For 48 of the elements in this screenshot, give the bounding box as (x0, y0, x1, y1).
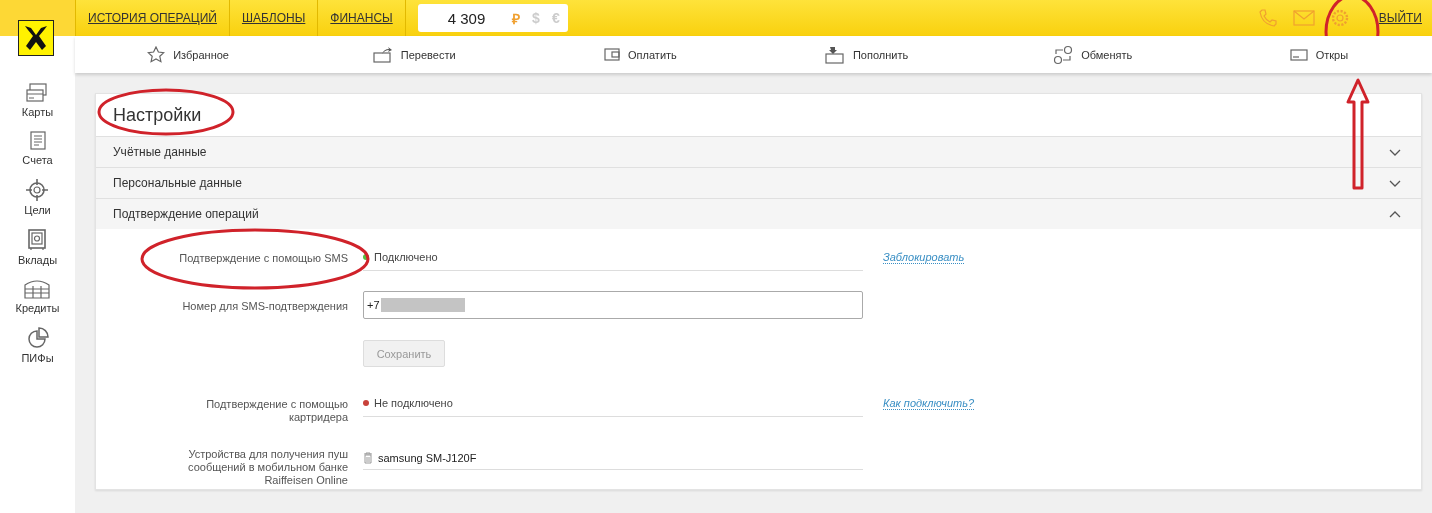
balance-amount: 4 309 (447, 9, 487, 27)
field-label: Подтверждение с помощью SMS (178, 251, 348, 265)
credit-icon (24, 279, 51, 299)
action-link[interactable]: Перевести (301, 36, 528, 73)
transfer-icon (372, 46, 393, 63)
action-link[interactable]: Обменять (979, 36, 1206, 73)
settings-icon[interactable] (1330, 9, 1349, 27)
accordion-header[interactable]: Подтверждение операций (96, 198, 1421, 229)
sidebar-item[interactable]: Карты (21, 83, 54, 118)
status-field: Не подключено (363, 389, 863, 417)
document-icon (27, 131, 48, 151)
sidebar-item[interactable]: Кредиты (15, 279, 60, 314)
trash-icon[interactable] (363, 451, 373, 464)
logout-link[interactable]: ВЫЙТИ (1378, 11, 1422, 25)
action-link[interactable]: Как подключить? (883, 397, 975, 410)
action-link[interactable]: Пополнить (753, 36, 980, 73)
phone-icon[interactable] (1258, 9, 1277, 27)
exchange-icon (1053, 44, 1074, 65)
accordion-header[interactable]: Учётные данные (96, 136, 1421, 167)
star-icon (147, 46, 166, 63)
chevron-up-icon (1389, 210, 1401, 218)
sidebar-item[interactable]: ПИФы (21, 327, 54, 364)
sidebar-item[interactable]: Вклады (17, 229, 58, 266)
field-label: Устройства для получения пуш сообщений в мобильном банке Raiffeisen Online (187, 447, 348, 487)
device-field: samsung SM-J120F (363, 442, 863, 470)
action-link[interactable]: Избранное (75, 36, 302, 73)
safe-icon (27, 229, 48, 251)
action-link[interactable]: Оплатить (527, 36, 754, 73)
field-label: Номер для SMS-подтверждения (181, 299, 348, 313)
bank-logo[interactable] (18, 20, 54, 56)
accordion-header[interactable]: Персональные данные (96, 167, 1421, 198)
target-icon (26, 179, 49, 201)
field-label: Подтверждение с помощью картридера (205, 397, 348, 424)
cards-icon (26, 83, 49, 103)
card-icon (1289, 48, 1308, 61)
wallet-icon (604, 48, 621, 61)
action-link[interactable]: Заблокировать (883, 251, 965, 264)
chevron-down-icon (1389, 148, 1401, 156)
sidebar-item[interactable]: Счета (22, 131, 53, 166)
action-link[interactable]: Откры (1205, 36, 1432, 73)
status-field: Подключено (363, 243, 863, 271)
topup-icon (824, 45, 845, 64)
mail-icon[interactable] (1292, 10, 1315, 26)
phone-input[interactable]: +7 (363, 291, 863, 319)
sidebar-item[interactable]: Цели (24, 179, 51, 216)
pie-chart-icon (26, 327, 49, 349)
page-title: Настройки (113, 105, 202, 126)
chevron-down-icon (1389, 179, 1401, 187)
